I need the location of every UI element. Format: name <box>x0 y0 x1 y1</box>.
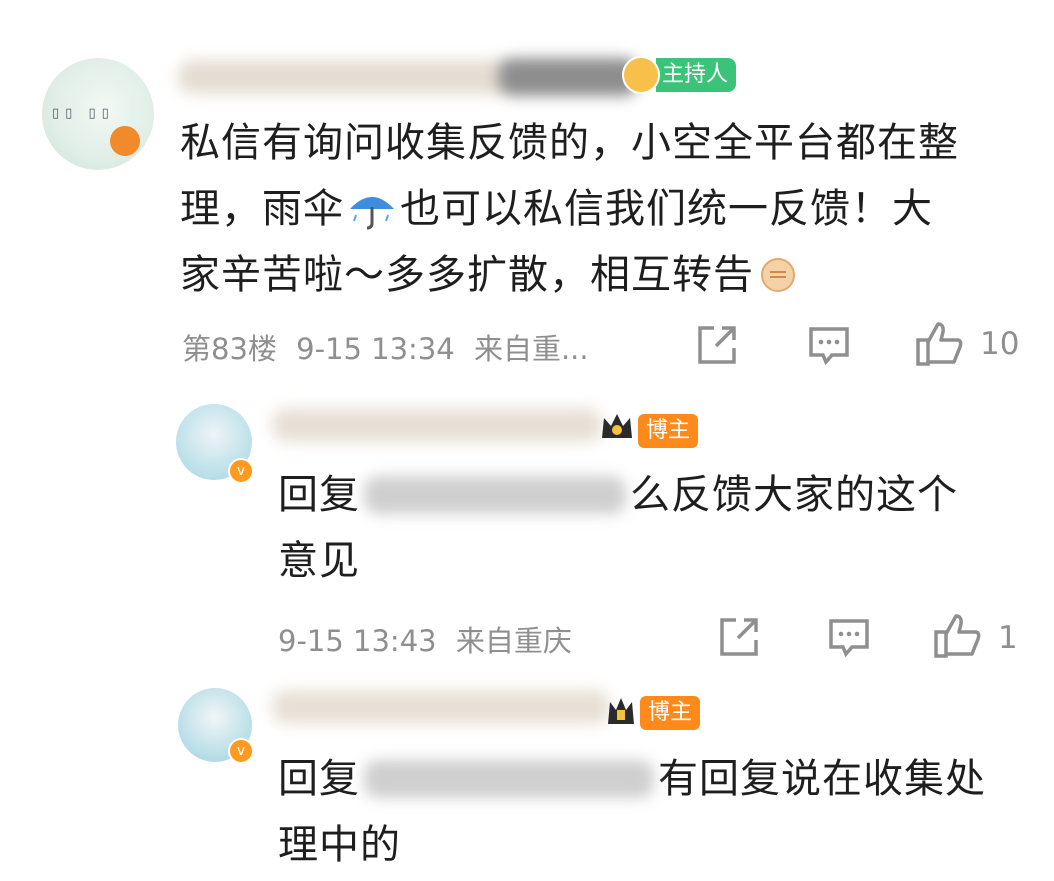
comment-line-2b: 也可以私信我们统一反馈！大 <box>400 186 933 232</box>
username-blurred[interactable] <box>272 690 610 724</box>
reply-time: 9-15 13:43 <box>278 624 437 658</box>
avatar[interactable]: ▯▯ ▯▯ <box>42 58 154 170</box>
reply-line-1: 回复 有回复说在收集处 <box>278 746 1018 812</box>
comment-icon[interactable] <box>806 322 852 368</box>
comment-line-3: 家辛苦啦～多多扩散，相互转告 <box>180 242 1030 308</box>
share-icon[interactable] <box>716 614 762 660</box>
owner-badge: 博主 <box>640 696 701 730</box>
comment-location: 来自重... <box>473 332 589 366</box>
thumbs-up-icon[interactable] <box>914 318 964 368</box>
share-icon[interactable] <box>694 322 740 368</box>
avatar-umbrella <box>110 126 140 156</box>
comment-time: 9-15 13:34 <box>296 332 455 366</box>
comment-line-3-text: 家辛苦啦～多多扩散，相互转告 <box>180 252 754 298</box>
reply-line-1: 回复 么反馈大家的这个 <box>278 462 1018 528</box>
reply-tail: 有回复说在收集处 <box>658 756 986 802</box>
crown-icon <box>598 408 636 450</box>
mention-blurred[interactable] <box>364 476 626 514</box>
verified-v-icon: v <box>228 458 254 484</box>
reply-tail: 么反馈大家的这个 <box>630 472 958 518</box>
reply-meta: 9-15 13:43 来自重庆 <box>278 618 572 660</box>
owner-badge: 博主 <box>638 414 699 448</box>
reply-prefix: 回复 <box>278 756 360 802</box>
floor-number: 第83楼 <box>182 332 277 366</box>
crown-icon <box>604 692 638 734</box>
thumbs-up-icon[interactable] <box>932 610 982 660</box>
verified-v-icon: v <box>228 738 254 764</box>
reply-text: 回复 有回复说在收集处 理中的 <box>278 746 1018 878</box>
comment-text: 私信有询问收集反馈的，小空全平台都在整 理，雨伞 也可以私信我们统一反馈！大 家… <box>180 110 1030 308</box>
host-badge-label: 主持人 <box>656 58 737 92</box>
like-count: 1 <box>998 620 1018 656</box>
reply-line-2: 意见 <box>278 538 360 584</box>
host-badge: 主持人 <box>622 56 737 94</box>
comment-icon[interactable] <box>826 614 872 660</box>
reply-line-2: 理中的 <box>278 822 401 868</box>
comment-line-2: 理，雨伞 也可以私信我们统一反馈！大 <box>180 176 1030 242</box>
umbrella-with-rain-icon <box>346 187 398 231</box>
reply-text: 回复 么反馈大家的这个 意见 <box>278 462 1018 594</box>
reply-location: 来自重庆 <box>455 624 572 658</box>
comment-line-2a: 理，雨伞 <box>180 186 344 232</box>
avatar-text: ▯▯ ▯▯ <box>52 106 115 121</box>
fist-icon <box>758 255 798 295</box>
reply-prefix: 回复 <box>278 472 360 518</box>
host-badge-icon <box>622 56 660 94</box>
username-blurred[interactable] <box>178 60 508 94</box>
username-blurred <box>498 58 638 96</box>
comment-line-1: 私信有询问收集反馈的，小空全平台都在整 <box>180 120 959 166</box>
username-blurred[interactable] <box>272 408 602 442</box>
comment-meta: 第83楼 9-15 13:34 来自重... <box>182 326 589 368</box>
like-count: 10 <box>980 326 1020 362</box>
mention-blurred[interactable] <box>364 760 654 798</box>
